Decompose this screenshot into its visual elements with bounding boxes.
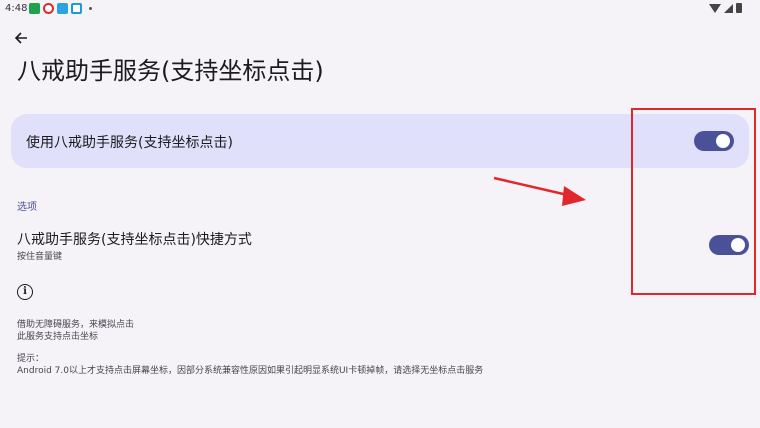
status-bar: 4:48	[0, 0, 760, 18]
shortcut-title: 八戒助手服务(支持坐标点击)快捷方式	[17, 232, 252, 248]
app-green-icon	[29, 3, 40, 14]
page-title: 八戒助手服务(支持坐标点击)	[17, 57, 324, 85]
tips-text: Android 7.0以上才支持点击屏幕坐标，因部分系统兼容性原因如果引起明显系…	[17, 366, 484, 376]
arrow-annotation-icon	[493, 176, 586, 206]
battery-icon	[736, 3, 742, 13]
signal-icon	[724, 3, 733, 13]
options-section-header: 选项	[17, 202, 37, 213]
back-button[interactable]	[14, 29, 38, 51]
notification-icons	[29, 3, 92, 14]
shortcut-summary: 按住音量键	[17, 252, 63, 262]
info-icon: i	[17, 284, 33, 300]
wifi-icon	[709, 3, 721, 13]
highlight-annotation-box	[631, 108, 756, 295]
status-time: 4:48	[5, 3, 28, 14]
app-blue-icon	[57, 3, 68, 14]
more-notifications-icon	[89, 7, 92, 10]
main-switch-label: 使用八戒助手服务(支持坐标点击)	[26, 135, 233, 151]
system-icons	[709, 3, 742, 13]
app-teal-icon	[71, 3, 82, 14]
arrow-left-icon	[14, 32, 27, 44]
app-red-icon	[43, 3, 54, 14]
description-line: 此服务支持点击坐标	[17, 332, 99, 342]
